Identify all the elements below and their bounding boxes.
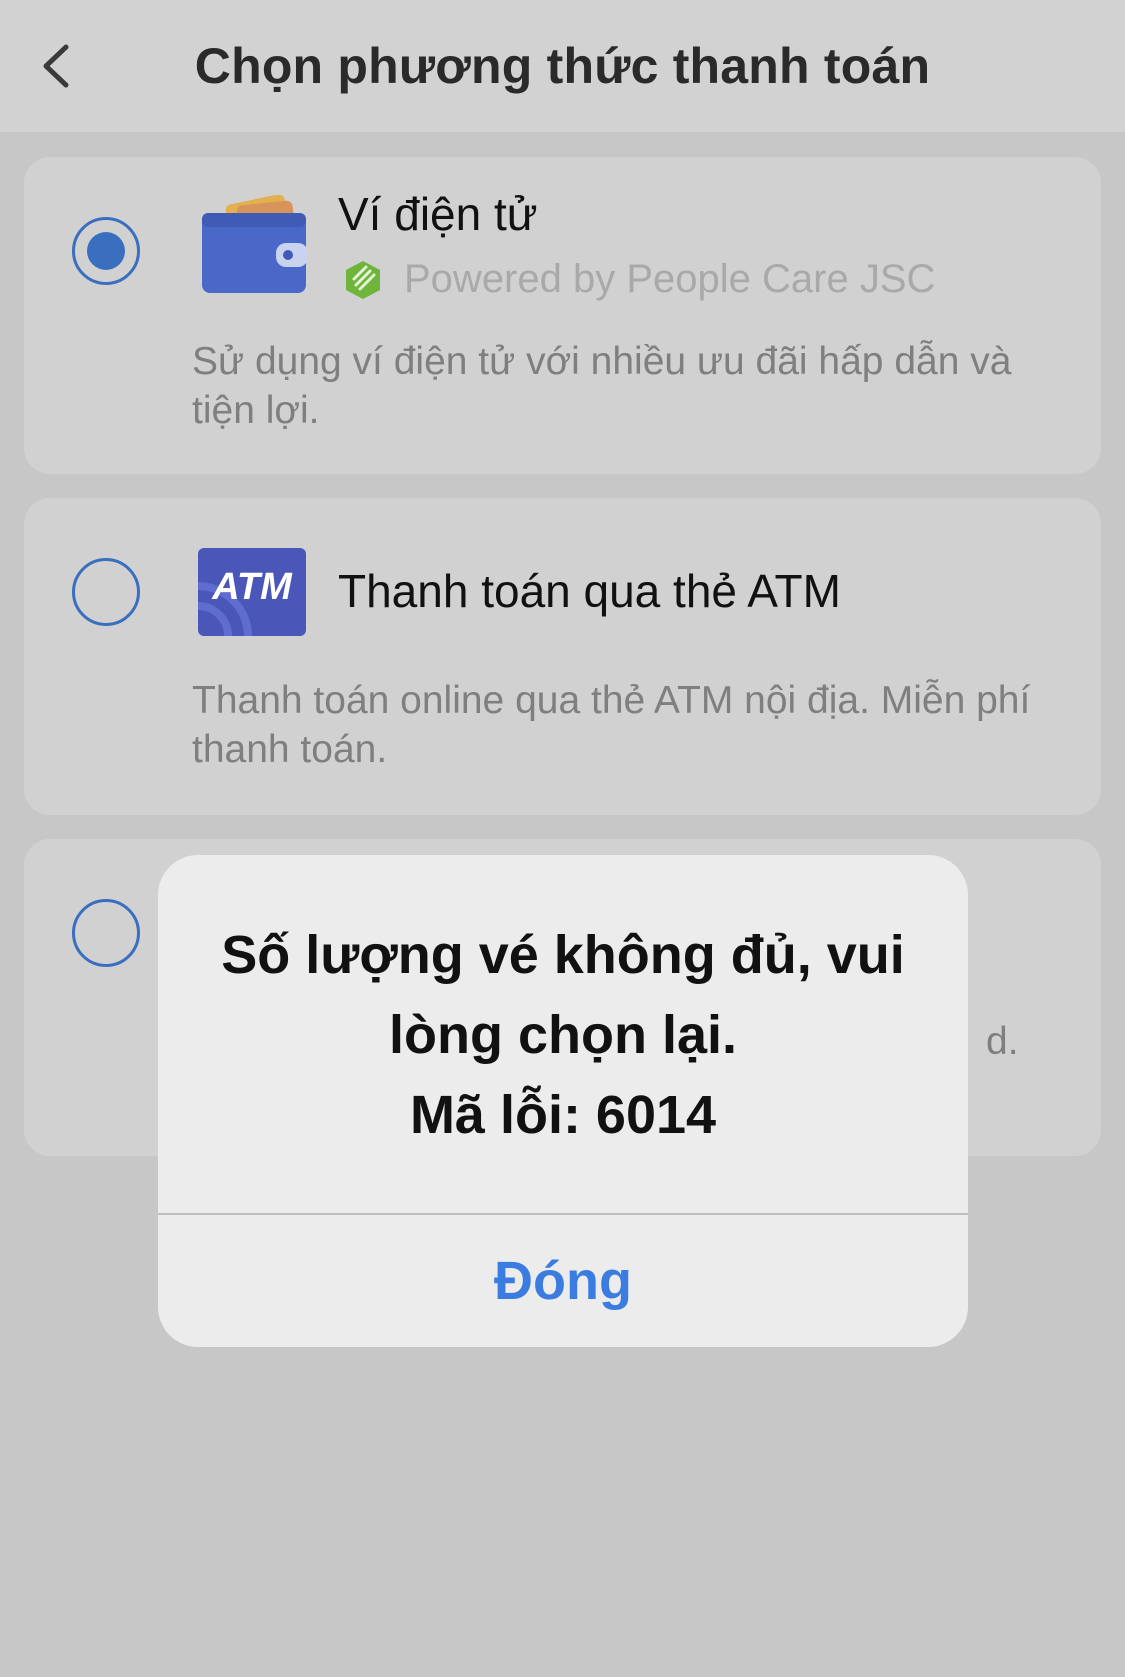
atm-title: Thanh toán qua thẻ ATM xyxy=(338,565,841,617)
error-alert-dialog: Số lượng vé không đủ, vui lòng chọn lại.… xyxy=(158,855,968,1347)
ewallet-subtitle: Powered by People Care JSC xyxy=(404,257,936,301)
atm-icon-label: ATM xyxy=(212,566,292,608)
radio-atm[interactable] xyxy=(72,558,140,626)
ewallet-title: Ví điện tử xyxy=(338,188,538,240)
ewallet-powered-by: Powered by People Care JSC xyxy=(342,257,935,302)
chevron-left-icon xyxy=(43,44,69,88)
atm-card-icon: ATM xyxy=(198,548,306,636)
radio-ewallet[interactable] xyxy=(72,217,140,285)
third-description-partial: d. xyxy=(986,1020,1019,1063)
payment-option-atm[interactable]: ATM Thanh toán qua thẻ ATM Thanh toán on… xyxy=(24,498,1101,815)
back-button[interactable] xyxy=(24,34,88,98)
payment-option-ewallet[interactable]: Ví điện tử Powered by People Care JSC Sử… xyxy=(24,157,1101,474)
dialog-message-text: Số lượng vé không đủ, vui lòng chọn lại. xyxy=(221,925,905,1065)
dialog-error-code: Mã lỗi: 6014 xyxy=(409,1085,717,1145)
header-bar: Chọn phương thức thanh toán xyxy=(0,0,1125,132)
dialog-message: Số lượng vé không đủ, vui lòng chọn lại.… xyxy=(198,915,928,1155)
close-button[interactable]: Đóng xyxy=(158,1215,968,1347)
page-title: Chọn phương thức thanh toán xyxy=(194,38,931,94)
radio-selected-dot xyxy=(87,232,125,270)
radio-third[interactable] xyxy=(72,899,140,967)
people-care-logo-icon xyxy=(346,260,380,299)
ewallet-description: Sử dụng ví điện tử với nhiều ưu đãi hấp … xyxy=(192,340,1012,432)
atm-description: Thanh toán online qua thẻ ATM nội địa. M… xyxy=(192,679,1031,771)
wallet-icon xyxy=(202,195,308,293)
